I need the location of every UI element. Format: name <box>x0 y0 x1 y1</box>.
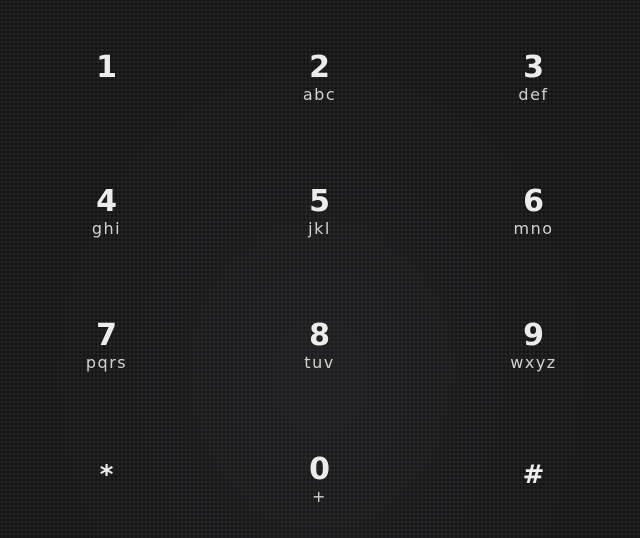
key-digit: 8 <box>309 318 330 353</box>
key-letters: pqrs <box>85 353 128 372</box>
key-letters: jkl <box>308 219 331 238</box>
key-9[interactable]: 9 wxyz <box>427 268 640 402</box>
key-8[interactable]: 8 tuv <box>213 268 426 402</box>
key-star[interactable]: * <box>0 402 213 536</box>
key-digit: 6 <box>523 184 544 219</box>
key-digit: 1 <box>96 50 117 85</box>
key-letters: mno <box>513 219 554 238</box>
key-6[interactable]: 6 mno <box>427 134 640 268</box>
key-hash[interactable]: # <box>427 402 640 536</box>
key-digit: 3 <box>523 50 544 85</box>
key-0[interactable]: 0 + <box>213 402 426 536</box>
key-letters: tuv <box>304 353 335 372</box>
key-letters: abc <box>302 85 337 104</box>
key-5[interactable]: 5 jkl <box>213 134 426 268</box>
key-2[interactable]: 2 abc <box>213 0 426 134</box>
key-digit: 2 <box>309 50 330 85</box>
key-digit: 0 <box>309 452 330 487</box>
key-digit: * <box>99 460 114 490</box>
key-digit: 9 <box>523 318 544 353</box>
key-digit: 7 <box>96 318 117 353</box>
key-3[interactable]: 3 def <box>427 0 640 134</box>
key-letters: + <box>312 487 327 506</box>
dialpad: 1 2 abc 3 def 4 ghi 5 jkl 6 mno 7 pqrs 8… <box>0 0 640 538</box>
key-digit: 4 <box>96 184 117 219</box>
key-4[interactable]: 4 ghi <box>0 134 213 268</box>
key-letters: def <box>518 85 549 104</box>
key-digit: 5 <box>309 184 330 219</box>
key-letters: ghi <box>91 219 122 238</box>
key-letters: wxyz <box>510 353 557 372</box>
key-7[interactable]: 7 pqrs <box>0 268 213 402</box>
key-digit: # <box>522 460 545 490</box>
key-1[interactable]: 1 <box>0 0 213 134</box>
